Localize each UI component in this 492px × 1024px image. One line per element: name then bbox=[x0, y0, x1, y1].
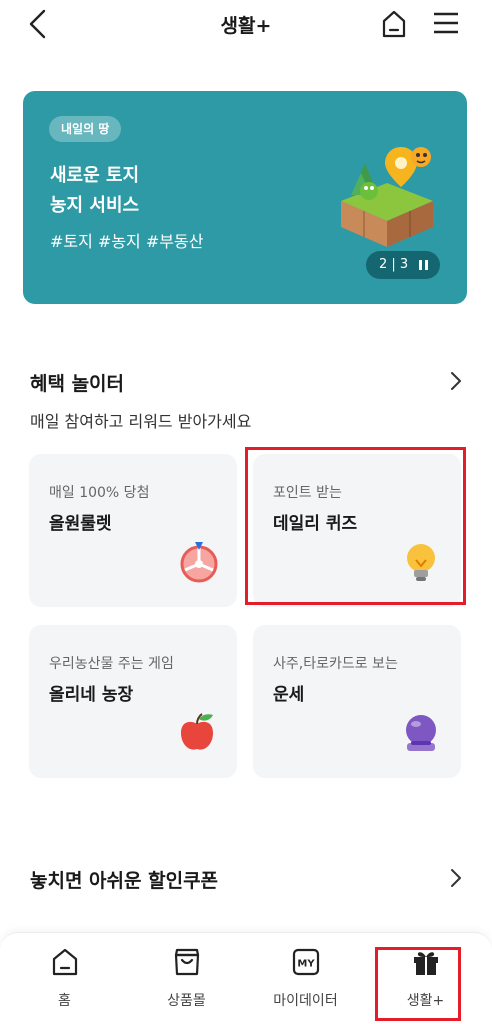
promo-banner[interactable]: 내일의 땅 새로운 토지 농지 서비스 #토지 #농지 #부동산 2 | 3 bbox=[23, 91, 467, 304]
card-subtitle: 매일 100% 당첨 bbox=[49, 485, 150, 501]
roulette-card[interactable]: 매일 100% 당첨 올원룰렛 bbox=[29, 454, 237, 607]
nav-label-life-plus: 생활+ bbox=[406, 993, 445, 1009]
shopping-bag-icon bbox=[174, 948, 200, 976]
card-title: 데일리 퀴즈 bbox=[273, 514, 358, 534]
nav-item-life-plus[interactable]: 생활+ bbox=[364, 933, 487, 1024]
benefits-section-title: 혜택 놀이터 bbox=[30, 373, 125, 395]
card-title: 운세 bbox=[273, 685, 305, 705]
banner-tags: #토지 #농지 #부동산 bbox=[50, 232, 204, 251]
mydata-icon: MY bbox=[292, 948, 320, 976]
nav-item-home[interactable]: 홈 bbox=[3, 933, 126, 1024]
banner-headline-line1: 새로운 토지 bbox=[50, 165, 140, 186]
nav-label-mydata: 마이데이터 bbox=[273, 993, 338, 1009]
bottom-navigation: 홈 상품몰 MY 마이데이터 생활+ bbox=[0, 932, 492, 1024]
hamburger-menu-icon[interactable] bbox=[432, 10, 460, 36]
nav-item-mydata[interactable]: MY 마이데이터 bbox=[244, 933, 367, 1024]
roulette-icon bbox=[180, 542, 218, 583]
gift-icon bbox=[414, 952, 438, 975]
coupons-section-title: 놓치면 아쉬운 할인쿠폰 bbox=[30, 870, 219, 892]
banner-pagination[interactable]: 2 | 3 bbox=[366, 251, 440, 279]
card-title: 올원룰렛 bbox=[49, 514, 112, 534]
home-icon bbox=[52, 948, 78, 976]
page-title: 생활+ bbox=[220, 15, 272, 37]
apple-icon bbox=[181, 713, 213, 750]
banner-badge: 내일의 땅 bbox=[49, 116, 122, 142]
farm-game-card[interactable]: 우리농산물 주는 게임 올리네 농장 bbox=[29, 625, 237, 778]
lightbulb-icon bbox=[407, 544, 435, 581]
fortune-card[interactable]: 사주,타로카드로 보는 운세 bbox=[253, 625, 461, 778]
mydata-icon-text: MY bbox=[297, 959, 315, 970]
home-icon[interactable] bbox=[380, 9, 408, 39]
card-title: 올리네 농장 bbox=[49, 685, 134, 705]
chevron-right-icon[interactable] bbox=[446, 866, 466, 890]
crystal-ball-icon bbox=[406, 715, 436, 751]
daily-quiz-card[interactable]: 포인트 받는 데일리 퀴즈 bbox=[253, 454, 461, 607]
nav-label-home: 홈 bbox=[58, 993, 71, 1009]
land-block-illustration bbox=[341, 147, 433, 247]
banner-headline-line2: 농지 서비스 bbox=[50, 195, 140, 216]
chevron-right-icon[interactable] bbox=[446, 369, 466, 393]
header: 생활+ bbox=[0, 0, 492, 50]
nav-item-shop[interactable]: 상품몰 bbox=[125, 933, 248, 1024]
card-subtitle: 포인트 받는 bbox=[273, 485, 342, 501]
banner-page-counter: 2 | 3 bbox=[379, 257, 409, 272]
card-subtitle: 사주,타로카드로 보는 bbox=[273, 656, 398, 672]
benefits-subtitle: 매일 참여하고 리워드 받아가세요 bbox=[30, 412, 252, 431]
pause-icon[interactable] bbox=[419, 260, 428, 270]
nav-label-shop: 상품몰 bbox=[167, 993, 206, 1009]
card-subtitle: 우리농산물 주는 게임 bbox=[49, 656, 174, 672]
